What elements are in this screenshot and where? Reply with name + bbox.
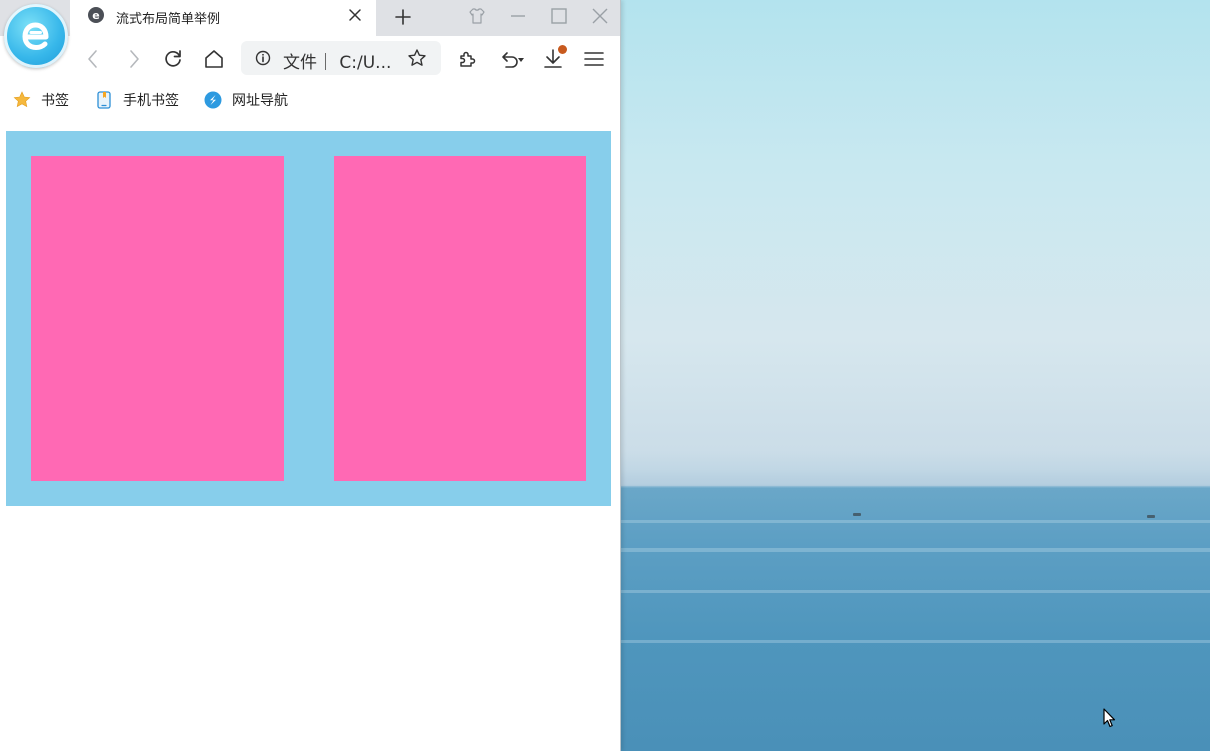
flow-container (6, 131, 611, 506)
menu-icon[interactable] (582, 47, 606, 71)
wave-band (621, 548, 1210, 552)
bookmark-item-书签[interactable]: 书签 (13, 89, 69, 111)
info-icon[interactable] (255, 50, 271, 66)
logo-e-glyph (22, 22, 49, 50)
reload-icon[interactable] (161, 47, 185, 71)
tab-title: 流式布局简单举例 (116, 12, 221, 27)
wave-band (621, 640, 1210, 643)
flow-box-2 (334, 156, 586, 481)
address-text[interactable]: 文件｜ C:/U... (283, 48, 391, 73)
boat (853, 513, 861, 516)
new-tab-icon[interactable] (393, 7, 413, 27)
mouse-cursor-icon (1103, 708, 1116, 728)
forward-icon[interactable] (122, 47, 146, 71)
toolbar: 文件｜ C:/U... (0, 36, 620, 82)
star-icon (13, 91, 31, 108)
bookmark-item-网址导航[interactable]: 网址导航 (204, 89, 288, 111)
tab-active[interactable]: e 流式布局简单举例 (70, 0, 376, 36)
wave-band (621, 520, 1210, 523)
undo-close-icon[interactable] (497, 47, 527, 71)
close-icon[interactable] (347, 7, 363, 23)
maximize-icon[interactable] (549, 6, 569, 26)
tab-bar: e 流式布局简单举例 (0, 0, 620, 36)
close-window-icon[interactable] (590, 6, 610, 26)
desktop-wallpaper (621, 0, 1210, 751)
horizon-haze (621, 470, 1210, 486)
boat (1147, 515, 1155, 518)
extensions-icon[interactable] (456, 47, 480, 71)
browser-logo-icon[interactable] (4, 4, 68, 68)
page-viewport (0, 118, 620, 751)
nav-compass-icon (204, 91, 222, 109)
star-bookmark-icon[interactable] (407, 48, 427, 68)
download-badge (558, 45, 567, 54)
browser-window: e 流式布局简单举例 文件｜ C:/U... 书签 手机书签 网址导航 (0, 0, 621, 751)
home-icon[interactable] (202, 47, 226, 71)
back-icon[interactable] (81, 47, 105, 71)
bookmark-label: 网址导航 (232, 93, 288, 109)
bookmark-item-手机书签[interactable]: 手机书签 (95, 89, 179, 111)
address-bar[interactable]: 文件｜ C:/U... (241, 41, 441, 75)
skin-icon[interactable] (467, 6, 487, 26)
flow-box-1 (31, 156, 284, 481)
phone-bookmark-icon (97, 91, 111, 109)
bookmarks-bar: 书签 手机书签 网址导航 (0, 82, 620, 118)
bookmark-label: 书签 (41, 93, 69, 109)
bookmark-label: 手机书签 (123, 93, 179, 109)
browser-e-icon: e (88, 7, 104, 23)
wave-band (621, 590, 1210, 593)
minimize-icon[interactable] (508, 6, 528, 26)
